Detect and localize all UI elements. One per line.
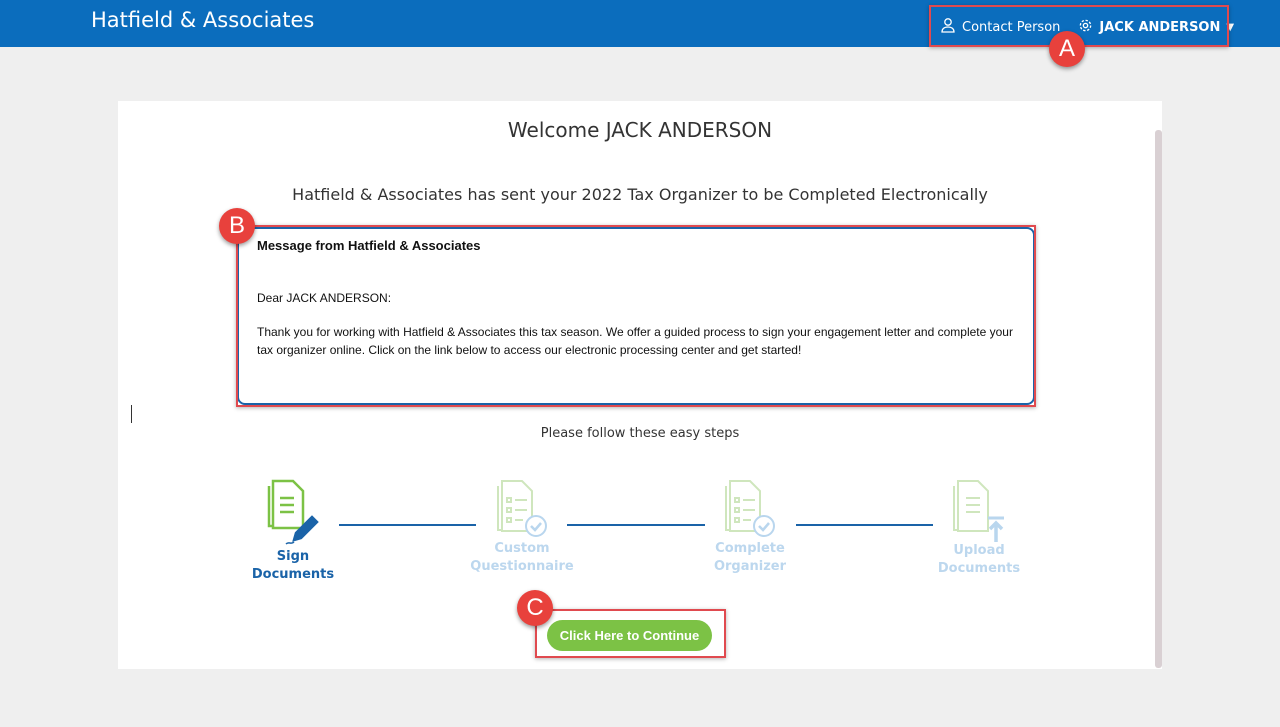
step-label: Documents	[937, 561, 1021, 576]
organizer-icon	[725, 480, 775, 537]
brand-title: Hatfield & Associates	[91, 8, 315, 32]
annotation-badge-c: C	[517, 590, 553, 626]
step-label: Complete	[715, 541, 785, 556]
step-label: Organizer	[713, 559, 787, 574]
step-label: Custom	[494, 541, 550, 556]
step-label: Sign	[276, 549, 310, 564]
subtitle: Hatfield & Associates has sent your 2022…	[292, 185, 988, 204]
annotation-box-c	[535, 609, 726, 658]
step-label: Questionnaire	[470, 559, 574, 574]
annotation-box-b	[236, 225, 1036, 407]
sign-document-icon	[267, 479, 319, 545]
step-label: Upload	[953, 543, 1005, 558]
questionnaire-icon	[497, 480, 547, 537]
annotation-badge-a: A	[1049, 31, 1085, 67]
annotation-badge-b: B	[219, 208, 255, 244]
steps-intro: Please follow these easy steps	[540, 426, 740, 441]
step-custom-questionnaire: Custom Questionnaire	[452, 540, 592, 576]
step-connector	[339, 524, 476, 526]
text-cursor	[131, 405, 132, 423]
welcome-heading: Welcome JACK ANDERSON	[507, 118, 773, 142]
scrollbar[interactable]	[1155, 130, 1162, 668]
step-complete-organizer: Complete Organizer	[680, 540, 820, 576]
upload-icon	[953, 480, 1004, 542]
step-upload-documents: Upload Documents	[909, 542, 1049, 578]
step-connector	[796, 524, 933, 526]
step-connector	[567, 524, 705, 526]
step-sign-documents: Sign Documents	[223, 548, 363, 584]
step-label: Documents	[251, 567, 335, 582]
